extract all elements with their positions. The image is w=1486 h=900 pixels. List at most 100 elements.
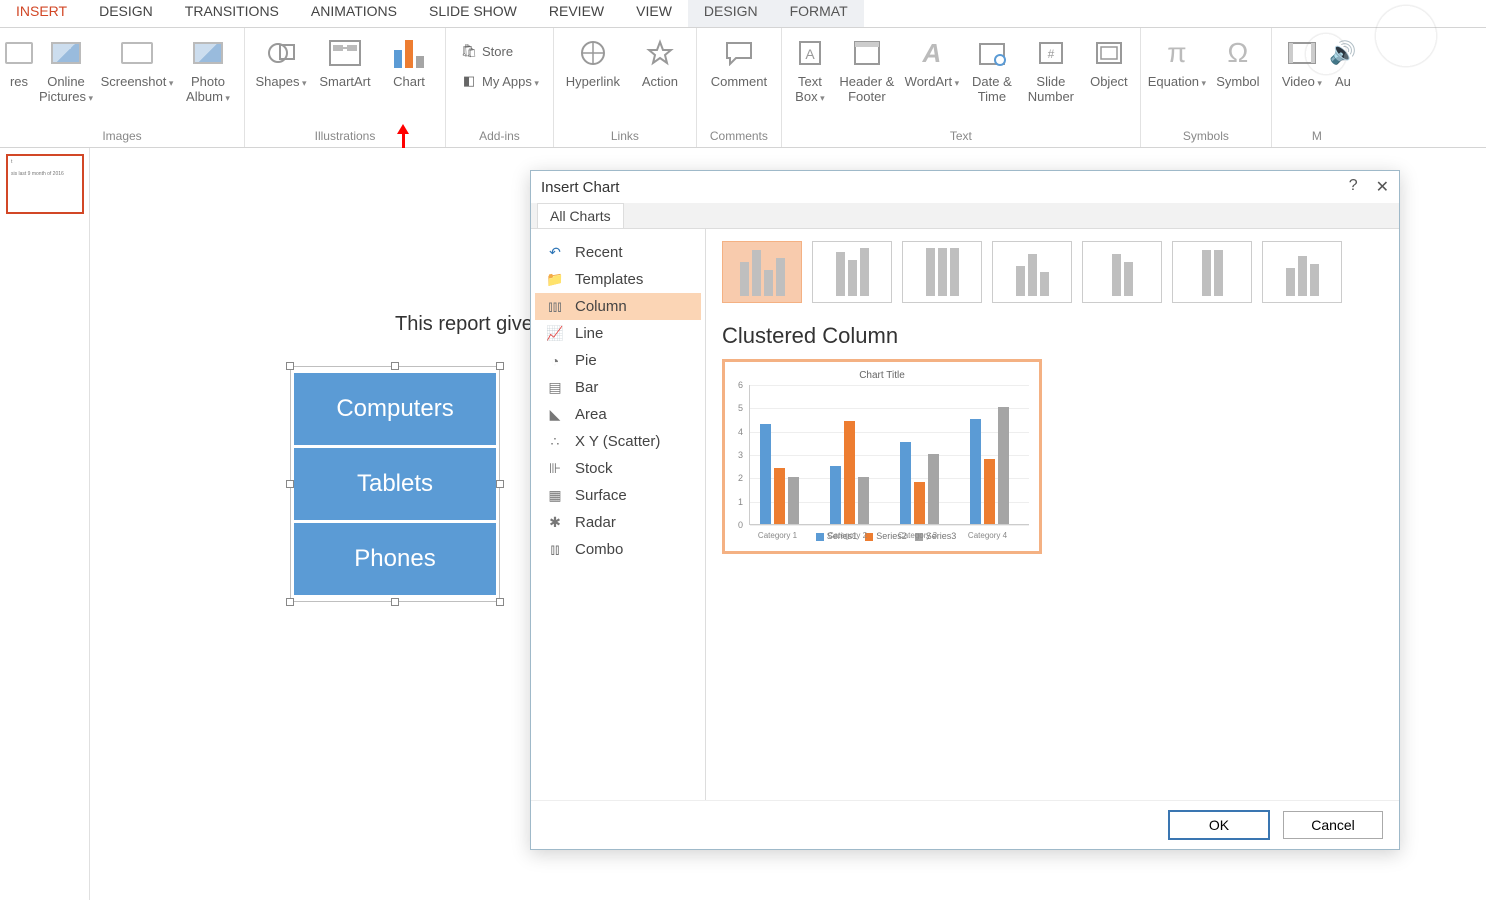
chart-preview[interactable]: Chart Title 0123456Category 1Category 2C… xyxy=(722,359,1042,554)
online-pictures-label: Online Pictures xyxy=(36,74,96,104)
cat-label: Bar xyxy=(575,379,598,396)
subtype-clustered-column[interactable] xyxy=(722,241,802,303)
slidenumber-button[interactable]: # Slide Number xyxy=(1022,32,1080,104)
cat-area[interactable]: ◣Area xyxy=(535,401,701,428)
subtype-3d-stacked[interactable] xyxy=(1082,241,1162,303)
cancel-button[interactable]: Cancel xyxy=(1283,811,1383,839)
cat-surface[interactable]: ▦Surface xyxy=(535,482,701,509)
group-media-label: M xyxy=(1312,129,1322,145)
subtype-3d-clustered[interactable] xyxy=(992,241,1072,303)
cat-pie[interactable]: ◔Pie xyxy=(535,347,701,374)
slide-thumbnail-panel[interactable]: tsis last 9 month of 2016 xyxy=(0,148,90,900)
tab-contextual-design[interactable]: DESIGN xyxy=(688,0,774,27)
pictures-button[interactable]: res xyxy=(6,32,32,104)
cat-combo[interactable]: ⫾⫾Combo xyxy=(535,536,701,563)
insert-chart-dialog: Insert Chart ? ✕ All Charts ↶Recent 📁Tem… xyxy=(530,170,1400,850)
screenshot-label: Screenshot xyxy=(101,74,174,89)
subtype-stacked-column[interactable] xyxy=(812,241,892,303)
slidenumber-label: Slide Number xyxy=(1022,74,1080,104)
tab-slideshow[interactable]: SLIDE SHOW xyxy=(413,0,533,27)
chart-button[interactable]: Chart xyxy=(379,32,439,89)
group-images-label: Images xyxy=(102,129,141,145)
datetime-label: Date & Time xyxy=(966,74,1018,104)
cat-label: Stock xyxy=(575,460,613,477)
dialog-tab-allcharts[interactable]: All Charts xyxy=(537,203,624,228)
textbox-button[interactable]: AText Box xyxy=(788,32,832,104)
bar-icon: ▤ xyxy=(545,380,565,396)
dialog-footer: OK Cancel xyxy=(531,800,1399,849)
wordart-label: WordArt xyxy=(905,74,959,89)
hyperlink-label: Hyperlink xyxy=(566,74,620,89)
tab-review[interactable]: REVIEW xyxy=(533,0,620,27)
audio-button[interactable]: 🔊Au xyxy=(1330,32,1356,89)
photo-album-button[interactable]: Photo Album xyxy=(178,32,238,104)
cat-label: Line xyxy=(575,325,603,342)
comment-label: Comment xyxy=(711,74,767,89)
shapes-label: Shapes xyxy=(255,74,306,89)
ribbon: res Online Pictures Screenshot Photo Alb… xyxy=(0,28,1486,148)
smartart-cell[interactable]: Computers xyxy=(294,373,496,445)
store-button[interactable]: 🛍Store xyxy=(456,40,543,62)
equation-button[interactable]: πEquation xyxy=(1147,32,1207,89)
screenshot-button[interactable]: Screenshot xyxy=(100,32,174,104)
cat-recent[interactable]: ↶Recent xyxy=(535,239,701,266)
store-label: Store xyxy=(482,44,513,59)
online-pictures-button[interactable]: Online Pictures xyxy=(36,32,96,104)
tab-design[interactable]: DESIGN xyxy=(83,0,169,27)
tab-contextual-format[interactable]: FORMAT xyxy=(774,0,864,27)
object-button[interactable]: Object xyxy=(1084,32,1134,104)
ok-button[interactable]: OK xyxy=(1169,811,1269,839)
stock-icon: ⊪ xyxy=(545,461,565,477)
myapps-button[interactable]: ◧My Apps xyxy=(456,70,543,92)
slide-body-text: This report give xyxy=(395,313,533,336)
cat-scatter[interactable]: ∴X Y (Scatter) xyxy=(535,428,701,455)
dialog-tabstrip: All Charts xyxy=(531,203,1399,229)
cat-label: Surface xyxy=(575,487,627,504)
apps-icon: ◧ xyxy=(460,72,478,90)
symbol-label: Symbol xyxy=(1216,74,1259,89)
smartart-cell[interactable]: Phones xyxy=(294,523,496,595)
hyperlink-button[interactable]: Hyperlink xyxy=(560,32,626,89)
video-button[interactable]: Video xyxy=(1278,32,1326,89)
smartart-shape[interactable]: Computers Tablets Phones xyxy=(290,366,500,602)
cat-column[interactable]: ⫾⫾⫾Column xyxy=(535,293,701,320)
symbol-button[interactable]: Ω Symbol xyxy=(1211,32,1265,89)
subtype-100stacked-column[interactable] xyxy=(902,241,982,303)
comment-button[interactable]: Comment xyxy=(703,32,775,89)
tab-animations[interactable]: ANIMATIONS xyxy=(295,0,413,27)
cat-radar[interactable]: ✱Radar xyxy=(535,509,701,536)
cat-bar[interactable]: ▤ Bar xyxy=(535,374,701,401)
dialog-main: Clustered Column Chart Title 0123456Cate… xyxy=(706,229,1399,800)
scatter-icon: ∴ xyxy=(545,434,565,450)
tab-insert[interactable]: INSERT xyxy=(0,0,83,27)
wordart-button[interactable]: AWordArt xyxy=(902,32,962,104)
tab-view[interactable]: VIEW xyxy=(620,0,688,27)
folder-icon: 📁 xyxy=(545,272,565,288)
smartart-cell[interactable]: Tablets xyxy=(294,448,496,520)
tab-transitions[interactable]: TRANSITIONS xyxy=(169,0,295,27)
cat-templates[interactable]: 📁Templates xyxy=(535,266,701,293)
header-footer-button[interactable]: Header & Footer xyxy=(836,32,898,104)
radar-icon: ✱ xyxy=(545,515,565,531)
photo-album-label: Photo Album xyxy=(178,74,238,104)
group-symbols-label: Symbols xyxy=(1183,129,1229,145)
cat-line[interactable]: 📈Line xyxy=(535,320,701,347)
close-icon[interactable]: ✕ xyxy=(1376,177,1389,197)
datetime-button[interactable]: Date & Time xyxy=(966,32,1018,104)
slidenumber-icon: # xyxy=(1033,36,1069,70)
group-addins-label: Add-ins xyxy=(479,129,520,145)
subtype-3d-column[interactable] xyxy=(1262,241,1342,303)
symbol-icon: Ω xyxy=(1220,36,1256,70)
smartart-button[interactable]: SmartArt xyxy=(315,32,375,89)
subtype-3d-100stacked[interactable] xyxy=(1172,241,1252,303)
preview-title: Chart Title xyxy=(735,370,1029,381)
action-button[interactable]: Action xyxy=(630,32,690,89)
shapes-button[interactable]: Shapes xyxy=(251,32,311,89)
svg-text:A: A xyxy=(805,46,815,62)
cat-label: Combo xyxy=(575,541,623,558)
help-icon[interactable]: ? xyxy=(1349,177,1358,197)
svg-text:#: # xyxy=(1048,47,1055,61)
group-comments: Comment Comments xyxy=(697,28,782,147)
cat-stock[interactable]: ⊪ Stock xyxy=(535,455,701,482)
slide-thumbnail[interactable]: tsis last 9 month of 2016 xyxy=(6,154,84,214)
